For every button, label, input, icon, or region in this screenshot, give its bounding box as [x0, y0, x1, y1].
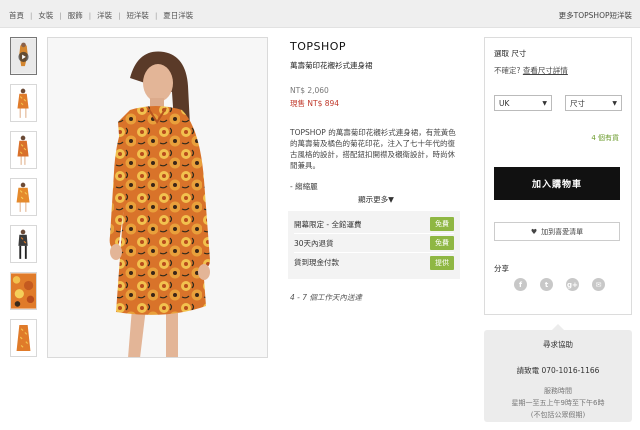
thumbnail-image[interactable] — [10, 131, 37, 169]
perk-label: 30天內退貨 — [294, 238, 334, 248]
add-to-cart-button[interactable]: 加入購物車 — [494, 167, 620, 200]
help-heading: 尋求協助 — [543, 340, 573, 349]
perk-badge: 免費 — [430, 236, 454, 250]
breadcrumb-dresses[interactable]: 洋裝 — [97, 10, 112, 21]
perk-shipping: 開幕限定 - 全館運費 免費 — [294, 215, 454, 234]
breadcrumb-women[interactable]: 女裝 — [38, 10, 53, 21]
thumbnail-image[interactable] — [10, 272, 37, 310]
perk-returns: 30天內退貨 免費 — [294, 234, 454, 253]
breadcrumb-bar: 首頁 | 女裝 | 服飾 | 洋裝 | 短洋裝 | 夏日洋裝 更多TOPSHOP短洋裝 — [0, 0, 640, 28]
size-select-value: 尺寸 — [570, 98, 585, 108]
product-description: TOPSHOP 的萬壽菊印花襯衫式連身裙，有荒黃色的萬壽菊及橘色的菊花印花，注入… — [290, 128, 456, 170]
add-to-wishlist-button[interactable]: ♥ 加到喜愛清單 — [494, 222, 620, 241]
perk-label: 貨到現金付款 — [294, 258, 339, 267]
size-guide-link[interactable]: 查看尺寸詳情 — [523, 66, 568, 75]
product-title: 萬壽菊印花襯衫式連身裙 — [290, 61, 373, 70]
perk-cod: 貨到現金付款 提供 — [294, 253, 454, 272]
twitter-icon[interactable]: t — [540, 278, 553, 291]
breadcrumb-separator: | — [88, 11, 92, 20]
size-question: 不確定? — [494, 66, 521, 75]
email-icon[interactable]: ✉ — [592, 278, 605, 291]
thumbnail-image[interactable] — [10, 84, 37, 122]
perk-label: 開幕限定 - 全館運費 — [294, 219, 362, 229]
perk-badge: 提供 — [430, 255, 454, 270]
breadcrumb-home[interactable]: 首頁 — [9, 10, 24, 21]
product-detail-bullet: - 縐縮麗 — [290, 182, 318, 191]
heart-icon: ♥ — [530, 227, 538, 236]
thumbnail-image[interactable] — [10, 178, 37, 216]
show-more-button[interactable]: 顯示更多▼ — [290, 194, 462, 205]
breadcrumb-short-dresses[interactable]: 短洋裝 — [126, 10, 149, 21]
brand-name[interactable]: TOPSHOP — [290, 40, 465, 53]
holiday-note: (不包括公眾假期) — [530, 411, 586, 419]
social-share-icons: f t g+ ✉ — [514, 278, 605, 291]
share-heading: 分享 — [494, 264, 509, 273]
main-product-image[interactable] — [47, 37, 268, 358]
product-info: TOPSHOP 萬壽菊印花襯衫式連身裙 NT$ 2,060 現售 NT$ 894… — [290, 40, 465, 205]
service-hours-heading: 服務時間 — [544, 387, 572, 395]
delivery-estimate: 4 - 7 個工作天內送達 — [290, 293, 362, 302]
chevron-down-icon: ▼ — [542, 99, 547, 107]
thumbnail-image[interactable] — [10, 225, 37, 263]
more-brand-link[interactable]: 更多TOPSHOP短洋裝 — [559, 10, 632, 21]
thumbnail-image[interactable] — [10, 319, 37, 357]
size-region-select[interactable]: UK ▼ — [494, 95, 552, 111]
perks-panel: 開幕限定 - 全館運費 免費 30天內退貨 免費 貨到現金付款 提供 — [288, 211, 460, 279]
wishlist-label: 加到喜愛清單 — [541, 227, 584, 236]
stock-status: 4 個有貨 — [591, 134, 619, 142]
thumbnail-video[interactable] — [10, 37, 37, 75]
breadcrumb-clothing[interactable]: 服飾 — [68, 10, 83, 21]
breadcrumb-separator: | — [154, 11, 158, 20]
service-hours: 星期一至五上午9時至下午6時 — [511, 399, 605, 407]
purchase-panel: 選取 尺寸 不確定? 查看尺寸詳情 UK ▼ 尺寸 ▼ 4 個有貨 加入購物車 … — [484, 37, 632, 315]
size-heading: 選取 尺寸 — [494, 49, 527, 58]
facebook-icon[interactable]: f — [514, 278, 527, 291]
perk-badge: 免費 — [430, 217, 454, 231]
help-phone[interactable]: 請致電 070-1016-1166 — [484, 365, 632, 376]
original-price: NT$ 2,060 — [290, 86, 329, 95]
size-help: 不確定? 查看尺寸詳情 — [494, 65, 568, 76]
help-panel: 尋求協助 請致電 070-1016-1166 服務時間 星期一至五上午9時至下午… — [484, 324, 632, 422]
google-plus-icon[interactable]: g+ — [566, 278, 579, 291]
sale-price: 現售 NT$ 894 — [290, 99, 340, 108]
size-select[interactable]: 尺寸 ▼ — [565, 95, 622, 111]
chevron-down-icon: ▼ — [612, 99, 617, 107]
breadcrumb-separator: | — [30, 11, 33, 20]
thumbnail-list — [10, 37, 38, 366]
size-region-value: UK — [499, 98, 510, 108]
breadcrumb-separator: | — [118, 11, 121, 20]
breadcrumb-summer-dresses[interactable]: 夏日洋裝 — [163, 10, 193, 21]
breadcrumb: 首頁 | 女裝 | 服飾 | 洋裝 | 短洋裝 | 夏日洋裝 — [9, 10, 193, 21]
breadcrumb-separator: | — [59, 11, 62, 20]
